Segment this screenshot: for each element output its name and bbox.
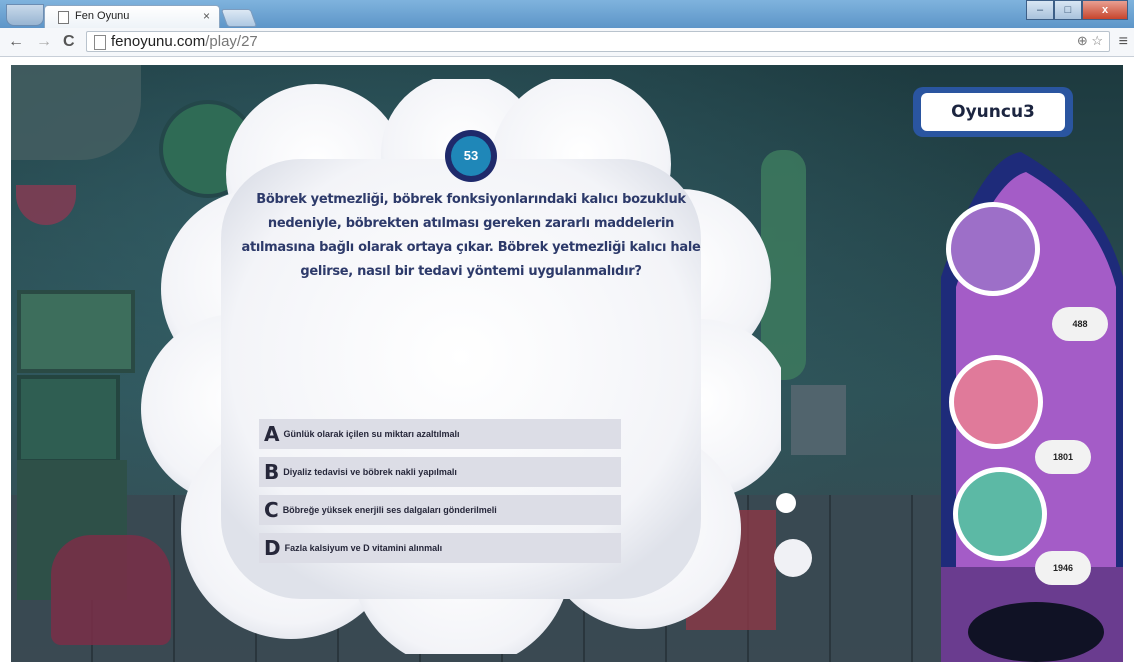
monitor-decoration	[17, 290, 135, 373]
question-number: 53	[451, 136, 491, 176]
minimize-button[interactable]: –	[1026, 0, 1054, 20]
oscilloscope-decoration	[17, 375, 120, 463]
answer-option-d[interactable]: D Fazla kalsiyum ve D vitamini alınmalı	[259, 533, 621, 563]
answer-letter: C	[264, 498, 279, 522]
close-window-button[interactable]: x	[1082, 0, 1128, 20]
back-button[interactable]: ←	[8, 33, 24, 51]
thought-bubble-tiny	[776, 493, 796, 513]
answer-letter: B	[264, 460, 280, 484]
player-name: Oyuncu3	[921, 93, 1065, 131]
window-controls: – □ x	[1026, 0, 1128, 20]
question-number-badge: 53	[445, 130, 497, 182]
menu-icon[interactable]: ≡	[1119, 33, 1128, 51]
answer-text: Günlük olarak içilen su miktarı azaltılm…	[283, 429, 460, 439]
question-text: Böbrek yetmezliği, böbrek fonksiyonların…	[241, 192, 701, 279]
answer-option-b[interactable]: B Diyaliz tedavisi ve böbrek nakli yapıl…	[259, 457, 621, 487]
browser-toolbar: ← → C fenoyunu.com/play/27 ⊕ ☆ ≡	[0, 28, 1134, 57]
score-player-3: 1946	[1035, 551, 1091, 585]
tab-title: Fen Oyunu	[75, 10, 130, 22]
chrome-profile-icon[interactable]	[6, 4, 44, 26]
score-player-1: 488	[1052, 307, 1108, 341]
avatar-player-3	[953, 467, 1047, 561]
maximize-button[interactable]: □	[1054, 0, 1082, 20]
forward-button[interactable]: →	[36, 33, 52, 51]
answer-option-c[interactable]: C Böbreğe yüksek enerjili ses dalgaları …	[259, 495, 621, 525]
page-icon	[94, 35, 106, 50]
answer-text: Diyaliz tedavisi ve böbrek nakli yapılma…	[283, 467, 457, 477]
game-canvas: 53 Böbrek yetmezliği, böbrek fonksiyonla…	[11, 65, 1123, 662]
answer-option-a[interactable]: A Günlük olarak içilen su miktarı azaltı…	[259, 419, 621, 449]
answer-letter: A	[264, 422, 280, 446]
avatar-player-2	[949, 355, 1043, 449]
zoom-bookmark-icons[interactable]: ⊕ ☆	[1077, 33, 1103, 49]
answer-text: Böbreğe yüksek enerjili ses dalgaları gö…	[282, 505, 497, 515]
address-bar[interactable]: fenoyunu.com/play/27 ⊕ ☆	[86, 31, 1110, 52]
avatar-player-1	[946, 202, 1040, 296]
answer-text: Fazla kalsiyum ve D vitamini alınmalı	[284, 543, 443, 553]
title-bar: Fen Oyunu × – □ x	[0, 0, 1134, 28]
thought-bubble-small	[774, 539, 812, 577]
pedestal-decoration	[791, 385, 846, 455]
url-text: fenoyunu.com/play/27	[111, 33, 258, 50]
tab-close-icon[interactable]: ×	[203, 9, 210, 23]
answer-letter: D	[264, 536, 281, 560]
tab-fen-oyunu[interactable]: Fen Oyunu ×	[44, 5, 220, 28]
reload-button[interactable]: C	[63, 33, 75, 51]
page-favicon-icon	[58, 11, 69, 24]
player-name-box: Oyuncu3	[913, 87, 1073, 137]
score-player-2: 1801	[1035, 440, 1091, 474]
new-tab-button[interactable]	[220, 9, 258, 27]
